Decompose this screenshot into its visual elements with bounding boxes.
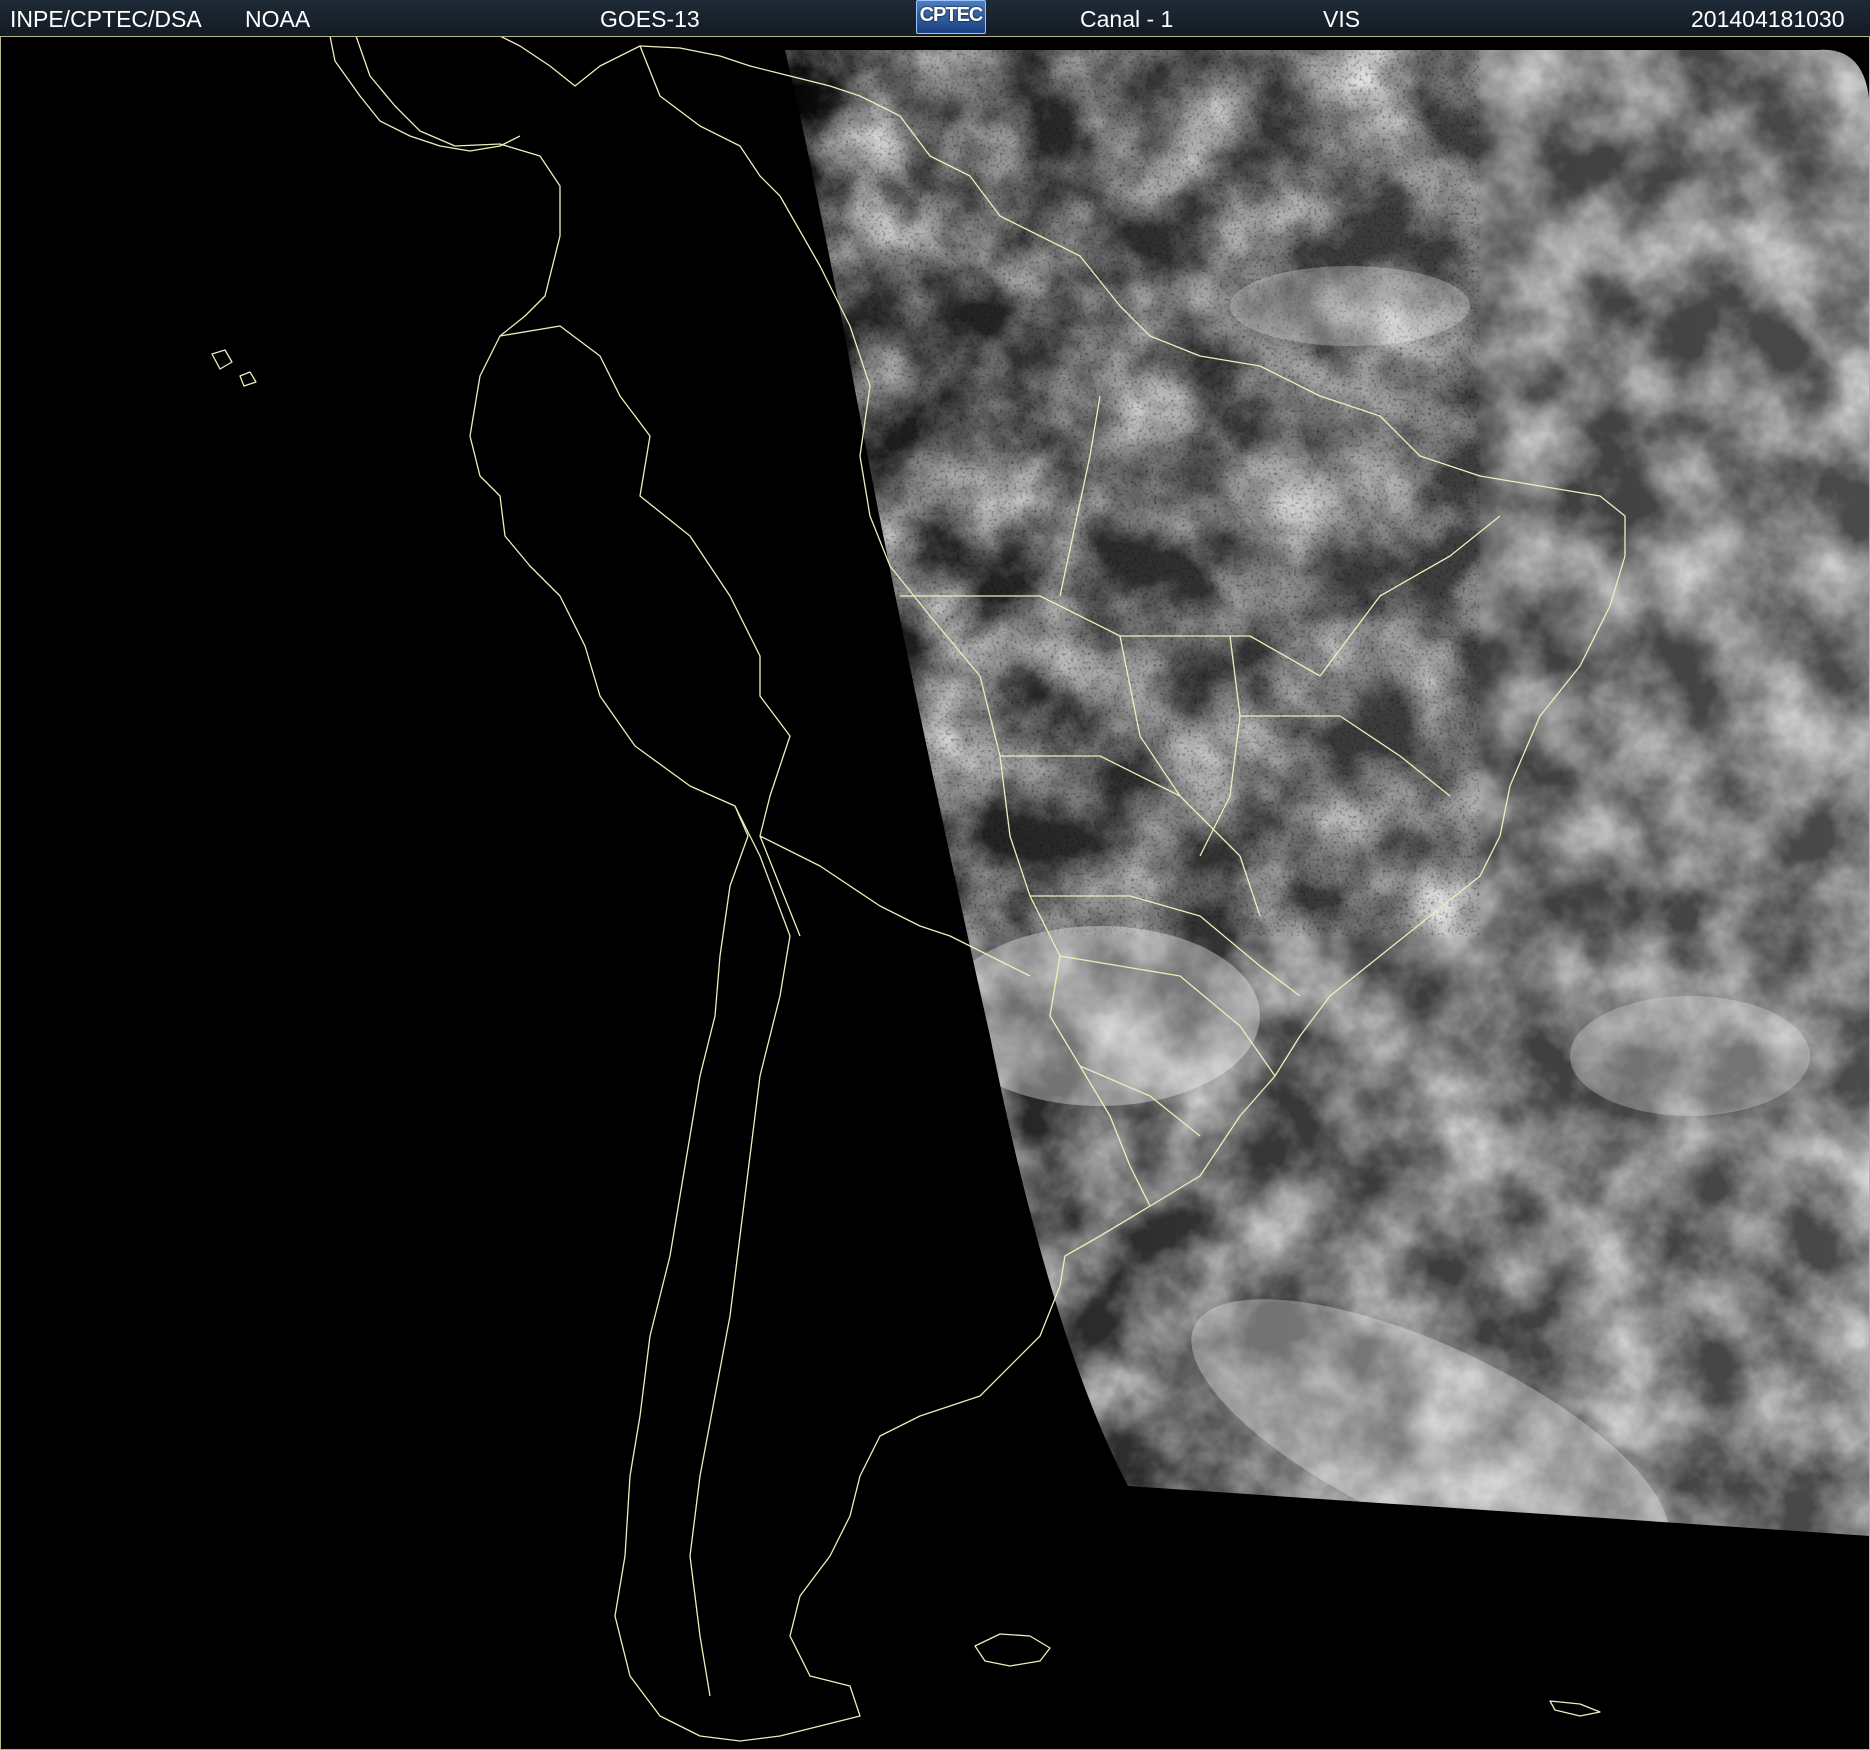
header-org: INPE/CPTEC/DSA: [10, 6, 202, 32]
header-band: VIS: [1323, 6, 1361, 32]
header-satellite: GOES-13: [600, 6, 700, 32]
header-channel: Canal - 1: [1080, 6, 1174, 32]
logo-text: CPTEC: [919, 4, 984, 26]
satellite-image: [0, 36, 1870, 1750]
header-timestamp: 201404181030: [1691, 6, 1845, 32]
image-header: INPE/CPTEC/DSA NOAA GOES-13 CPTEC Canal …: [0, 0, 1870, 37]
header-agency: NOAA: [245, 6, 311, 32]
cptec-logo-icon: CPTEC: [916, 0, 986, 34]
